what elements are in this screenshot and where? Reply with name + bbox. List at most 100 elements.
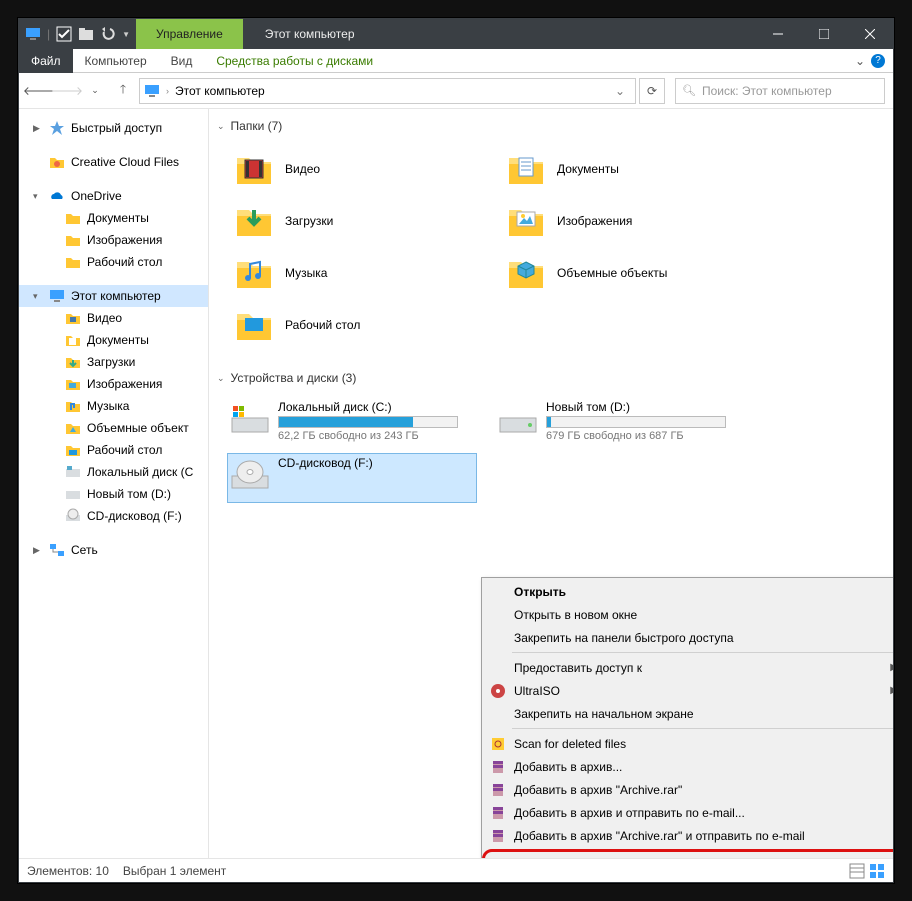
context-menu-item[interactable]: Открыть [484, 580, 893, 603]
minimize-button[interactable] [755, 19, 801, 49]
sidebar-onedrive[interactable]: ▾ OneDrive [19, 185, 208, 207]
context-menu-item[interactable]: UltraISO ▶ [484, 679, 893, 702]
view-tiles-icon[interactable] [869, 863, 885, 879]
chevron-down-icon[interactable]: ▾ [33, 291, 43, 302]
chevron-right-icon[interactable]: ▶ [33, 123, 43, 134]
folder-item[interactable]: Рабочий стол [235, 301, 475, 349]
qat-dropdown-icon[interactable]: ▼ [122, 30, 130, 39]
checkbox-icon[interactable] [56, 26, 72, 42]
sidebar-item[interactable]: Изображения [19, 229, 208, 251]
context-menu-item[interactable]: Извлечь [484, 854, 893, 858]
sidebar-item[interactable]: Документы [19, 329, 208, 351]
search-placeholder: Поиск: Этот компьютер [702, 84, 832, 98]
context-menu-item[interactable]: Добавить в архив "Archive.rar" [484, 778, 893, 801]
nav-history-dropdown[interactable]: ⌄ [83, 79, 107, 103]
ribbon-tab-disk-tools[interactable]: Средства работы с дисками [204, 49, 385, 73]
sidebar-quick-access[interactable]: ▶ Быстрый доступ [19, 117, 208, 139]
close-button[interactable] [847, 19, 893, 49]
maximize-button[interactable] [801, 19, 847, 49]
context-menu-item[interactable]: Добавить в архив и отправить по e-mail..… [484, 801, 893, 824]
creative-cloud-icon [49, 154, 65, 170]
sidebar-item[interactable]: Рабочий стол [19, 251, 208, 273]
context-menu-label: Закрепить на начальном экране [514, 707, 694, 721]
folder-label: Рабочий стол [285, 318, 360, 332]
context-menu-item[interactable]: Scan for deleted files [484, 732, 893, 755]
folder-icon [507, 202, 545, 240]
sidebar-item[interactable]: CD-дисковод (F:) [19, 505, 208, 527]
context-menu-label: Открыть [514, 585, 566, 599]
sidebar-network[interactable]: ▶ Сеть [19, 539, 208, 561]
folder-icon [507, 254, 545, 292]
folder-item[interactable]: Загрузки [235, 197, 475, 245]
chevron-down-icon: ⌄ [217, 373, 225, 384]
sidebar-item[interactable]: Новый том (D:) [19, 483, 208, 505]
chevron-down-icon[interactable]: ▾ [33, 191, 43, 202]
section-drives-header[interactable]: ⌄ Устройства и диски (3) [217, 367, 893, 389]
explorer-window: | ▼ Управление Этот компьютер Файл Компь… [18, 18, 894, 883]
address-bar[interactable]: › Этот компьютер ⌄ [139, 78, 636, 104]
drive-item[interactable]: Локальный диск (C:) 62,2 ГБ свободно из … [227, 397, 477, 447]
context-menu-separator [512, 728, 893, 729]
ribbon-tab-file[interactable]: Файл [19, 49, 73, 73]
main-content: ⌄ Папки (7) Видео Документы [209, 109, 893, 858]
sidebar-item[interactable]: Изображения [19, 373, 208, 395]
new-folder-icon[interactable] [78, 26, 94, 42]
context-menu-item[interactable]: Добавить в архив "Archive.rar" и отправи… [484, 824, 893, 847]
nav-up-button[interactable]: 🡑 [111, 79, 135, 103]
sidebar-item[interactable]: Локальный диск (С [19, 461, 208, 483]
context-menu-item[interactable]: Добавить в архив... [484, 755, 893, 778]
folder-item[interactable]: Изображения [507, 197, 747, 245]
context-menu-separator [512, 652, 893, 653]
chevron-right-icon[interactable]: ▶ [33, 545, 43, 556]
nav-back-button[interactable]: 🡐 [27, 79, 51, 103]
context-menu-item[interactable]: Открыть в новом окне [484, 603, 893, 626]
submenu-arrow-icon: ▶ [890, 662, 893, 673]
drive-usage-bar [278, 416, 458, 428]
breadcrumb-chevron-icon[interactable]: › [166, 86, 169, 96]
titlebar: | ▼ Управление Этот компьютер [19, 19, 893, 49]
sidebar-item[interactable]: Документы [19, 207, 208, 229]
folder-label: Изображения [557, 214, 632, 228]
nav-forward-button[interactable]: 🡒 [55, 79, 79, 103]
sidebar-creative-cloud[interactable]: Creative Cloud Files [19, 151, 208, 173]
drive-sublabel: 62,2 ГБ свободно из 243 ГБ [278, 430, 458, 442]
drive-item[interactable]: CD-дисковод (F:) [227, 453, 477, 503]
sidebar-item[interactable]: Загрузки [19, 351, 208, 373]
sidebar-item[interactable]: Объемные объект [19, 417, 208, 439]
context-menu-label: UltraISO [514, 684, 560, 698]
undo-icon[interactable] [100, 26, 116, 42]
folder-icon [235, 306, 273, 344]
folder-icon [235, 150, 273, 188]
sidebar-item[interactable]: Рабочий стол [19, 439, 208, 461]
view-details-icon[interactable] [849, 863, 865, 879]
ribbon-tab-view[interactable]: Вид [159, 49, 205, 73]
help-icon[interactable]: ? [871, 54, 885, 68]
sidebar-item[interactable]: Видео [19, 307, 208, 329]
folder-icon [235, 202, 273, 240]
folder-label: Музыка [285, 266, 327, 280]
address-dropdown-icon[interactable]: ⌄ [609, 84, 631, 98]
drive-item[interactable]: Новый том (D:) 679 ГБ свободно из 687 ГБ [495, 397, 745, 447]
breadcrumb[interactable]: Этот компьютер [175, 84, 265, 98]
ribbon-collapse-icon[interactable]: ⌄ [855, 54, 865, 68]
search-input[interactable]: 🔍︎ Поиск: Этот компьютер [675, 78, 885, 104]
folder-item[interactable]: Видео [235, 145, 475, 193]
context-menu-item[interactable]: Закрепить на начальном экране [484, 702, 893, 725]
drives-grid: Локальный диск (C:) 62,2 ГБ свободно из … [217, 389, 857, 503]
pc-icon [49, 288, 65, 304]
sidebar-this-pc[interactable]: ▾ Этот компьютер [19, 285, 208, 307]
ribbon-tab-computer[interactable]: Компьютер [73, 49, 159, 73]
sidebar-item[interactable]: Музыка [19, 395, 208, 417]
folder-item[interactable]: Музыка [235, 249, 475, 297]
folder-item[interactable]: Документы [507, 145, 747, 193]
context-menu-item[interactable]: Закрепить на панели быстрого доступа [484, 626, 893, 649]
context-menu-label: Открыть в новом окне [514, 608, 637, 622]
context-menu-separator [512, 850, 893, 851]
section-folders-header[interactable]: ⌄ Папки (7) [217, 115, 893, 137]
drive-label: Новый том (D:) [546, 400, 726, 414]
context-menu-item[interactable]: Предоставить доступ к ▶ [484, 656, 893, 679]
refresh-button[interactable]: ⟳ [639, 78, 665, 104]
folder-item[interactable]: Объемные объекты [507, 249, 747, 297]
status-selection: Выбран 1 элемент [123, 864, 226, 878]
folders-grid: Видео Документы Загрузки Изображения [217, 137, 817, 367]
